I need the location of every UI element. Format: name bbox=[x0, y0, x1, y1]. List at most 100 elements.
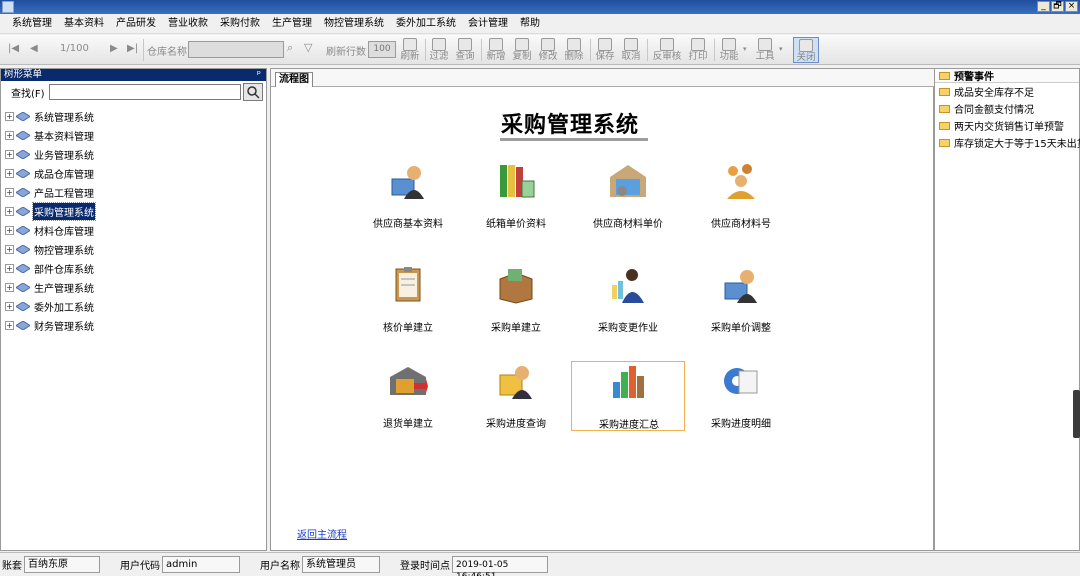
warehouse-input[interactable] bbox=[188, 41, 284, 58]
query-button[interactable]: 查询 bbox=[454, 38, 476, 62]
tree-item-product-eng[interactable]: + 产品工程管理 bbox=[5, 183, 95, 202]
delete-button[interactable]: 删除 bbox=[563, 38, 585, 62]
menu-product-dev[interactable]: 产品研发 bbox=[110, 14, 162, 34]
expand-icon[interactable]: + bbox=[5, 112, 14, 121]
binoculars-icon[interactable]: ⌕ bbox=[287, 41, 293, 55]
expand-icon[interactable]: + bbox=[5, 283, 14, 292]
edit-button[interactable]: 修改 bbox=[537, 38, 559, 62]
menu-outsourcing[interactable]: 委外加工系统 bbox=[390, 14, 462, 34]
tools-button[interactable]: 工具 bbox=[754, 38, 776, 62]
expand-icon[interactable]: + bbox=[5, 169, 14, 178]
add-button[interactable]: 新增 bbox=[485, 38, 507, 62]
func-purchase-price-adjust[interactable]: 采购单价调整 bbox=[684, 265, 798, 335]
first-record-button[interactable]: |◀ bbox=[8, 43, 19, 54]
func-price-check[interactable]: 核价单建立 bbox=[351, 265, 465, 335]
search-icon bbox=[246, 86, 260, 99]
tree-item-label: 物控管理系统 bbox=[34, 246, 94, 257]
menu-accounting[interactable]: 会计管理 bbox=[462, 14, 514, 34]
alert-item[interactable]: 库存锁定大于等于15天未出货 bbox=[935, 134, 1080, 151]
people-group-icon bbox=[727, 164, 755, 199]
close-page-button[interactable]: 关闭 bbox=[793, 37, 819, 63]
expand-icon[interactable]: + bbox=[5, 150, 14, 159]
func-supplier-material-no[interactable]: 供应商材料号 bbox=[684, 161, 798, 231]
refresh-rows-input[interactable]: 100 bbox=[368, 41, 396, 58]
tree-item-material-warehouse[interactable]: + 材料仓库管理 bbox=[5, 221, 95, 240]
tree-item-label: 成品仓库管理 bbox=[34, 170, 94, 181]
back-to-main-flow-link[interactable]: 返回主流程 bbox=[297, 526, 347, 541]
func-supplier-basic[interactable]: 供应商基本资料 bbox=[351, 161, 465, 231]
search-input[interactable] bbox=[48, 84, 241, 100]
search-button[interactable] bbox=[242, 83, 263, 101]
tree-item-basic-data[interactable]: + 基本资料管理 bbox=[5, 126, 95, 145]
tree-item-production[interactable]: + 生产管理系统 bbox=[5, 278, 95, 297]
tree-item-label: 系统管理系统 bbox=[34, 113, 94, 124]
func-return-order[interactable]: 退货单建立 bbox=[351, 361, 465, 431]
expand-icon[interactable]: + bbox=[5, 207, 14, 216]
filter-button[interactable]: 过滤 bbox=[428, 38, 450, 62]
expand-icon[interactable]: + bbox=[5, 226, 14, 235]
expand-icon[interactable]: + bbox=[5, 302, 14, 311]
refresh-button[interactable]: 刷新 bbox=[399, 38, 421, 62]
pin-icon[interactable]: ᵖ bbox=[257, 69, 261, 81]
last-record-button[interactable]: ▶| bbox=[127, 43, 138, 54]
cancel-button[interactable]: 取消 bbox=[620, 38, 642, 62]
alert-panel-title: 预警事件 bbox=[954, 72, 994, 83]
func-purchase-progress-detail[interactable]: 采购进度明细 bbox=[684, 361, 798, 431]
side-scroll-handle[interactable] bbox=[1073, 390, 1080, 438]
chevron-down-icon[interactable]: ▾ bbox=[779, 45, 783, 53]
tree-item-system[interactable]: + 系统管理系统 bbox=[5, 107, 95, 126]
alert-panel: 预警事件 成品安全库存不足 合同金额支付情况 两天内交货销售订单预警 库存锁定大… bbox=[934, 68, 1080, 551]
envelope-icon bbox=[939, 121, 950, 130]
print-button[interactable]: 打印 bbox=[687, 38, 709, 62]
tree-item-business[interactable]: + 业务管理系统 bbox=[5, 145, 95, 164]
function-button[interactable]: 功能 bbox=[718, 38, 740, 62]
func-purchase-order[interactable]: 采购单建立 bbox=[459, 265, 573, 335]
expand-icon[interactable]: + bbox=[5, 264, 14, 273]
menu-basic-data[interactable]: 基本资料 bbox=[58, 14, 110, 34]
tree-item-finance[interactable]: + 财务管理系统 bbox=[5, 316, 95, 335]
menu-material-control[interactable]: 物控管理系统 bbox=[318, 14, 390, 34]
alert-item[interactable]: 两天内交货销售订单预警 bbox=[935, 117, 1079, 134]
record-counter: 1/100 bbox=[60, 43, 89, 54]
func-carton-price[interactable]: 纸箱单价资料 bbox=[459, 161, 573, 231]
copy-button[interactable]: 复制 bbox=[511, 38, 533, 62]
alert-item[interactable]: 合同金额支付情况 bbox=[935, 100, 1079, 117]
expand-icon[interactable]: + bbox=[5, 321, 14, 330]
expand-icon[interactable]: + bbox=[5, 131, 14, 140]
save-icon bbox=[598, 38, 612, 51]
tree-item-parts-warehouse[interactable]: + 部件仓库系统 bbox=[5, 259, 95, 278]
prev-record-button[interactable]: ◀ bbox=[30, 43, 38, 54]
expand-icon[interactable]: + bbox=[5, 245, 14, 254]
tree-item-material-control[interactable]: + 物控管理系统 bbox=[5, 240, 95, 259]
tree-item-purchase[interactable]: + 采购管理系统 bbox=[5, 202, 96, 221]
close-button[interactable]: × bbox=[1065, 1, 1078, 12]
tree-item-label: 产品工程管理 bbox=[34, 189, 94, 200]
chevron-down-icon[interactable]: ▾ bbox=[743, 45, 747, 53]
func-purchase-progress-query[interactable]: 采购进度查询 bbox=[459, 361, 573, 431]
manager-folder-icon bbox=[499, 366, 532, 399]
menu-production[interactable]: 生产管理 bbox=[266, 14, 318, 34]
tab-flowchart[interactable]: 流程图 bbox=[275, 72, 313, 87]
edit-icon bbox=[541, 38, 555, 51]
envelope-icon bbox=[939, 87, 950, 96]
func-supplier-material-price[interactable]: 供应商材料单价 bbox=[571, 161, 685, 231]
toolbar: |◀ ◀ 1/100 ▶ ▶| 仓库名称 ⌕ ▽ 刷新行数 100 刷新 过滤 … bbox=[0, 35, 1080, 65]
bar-chart-icon bbox=[613, 366, 644, 398]
maximize-button[interactable]: 🗗 bbox=[1051, 1, 1064, 12]
alert-item[interactable]: 成品安全库存不足 bbox=[935, 83, 1079, 100]
shopping-box-icon bbox=[499, 269, 533, 304]
tree-item-outsourcing[interactable]: + 委外加工系统 bbox=[5, 297, 95, 316]
minimize-button[interactable]: _ bbox=[1037, 1, 1050, 12]
menu-system[interactable]: 系统管理 bbox=[6, 14, 58, 34]
func-purchase-progress-summary[interactable]: 采购进度汇总 bbox=[571, 361, 685, 431]
save-button[interactable]: 保存 bbox=[594, 38, 616, 62]
menu-help[interactable]: 帮助 bbox=[514, 14, 546, 34]
next-record-button[interactable]: ▶ bbox=[110, 43, 118, 54]
func-purchase-change[interactable]: 采购变更作业 bbox=[571, 265, 685, 335]
tree-item-finished-goods[interactable]: + 成品仓库管理 bbox=[5, 164, 95, 183]
filter-funnel-icon[interactable]: ▽ bbox=[304, 41, 312, 54]
menu-sales-receipt[interactable]: 营业收款 bbox=[162, 14, 214, 34]
unapprove-button[interactable]: 反审核 bbox=[651, 38, 683, 62]
expand-icon[interactable]: + bbox=[5, 188, 14, 197]
menu-purchase-payment[interactable]: 采购付款 bbox=[214, 14, 266, 34]
